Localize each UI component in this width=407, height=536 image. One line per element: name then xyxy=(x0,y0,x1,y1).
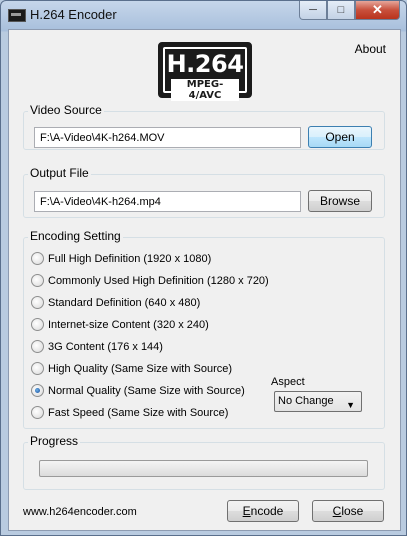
minimize-button[interactable]: ─ xyxy=(299,1,327,20)
radio-circle[interactable] xyxy=(31,296,44,309)
aspect-dropdown[interactable]: No Change ▼ xyxy=(274,391,362,412)
h264-logo: H.264 MPEG-4/AVC xyxy=(158,42,252,101)
radio-normal-quality[interactable]: Normal Quality (Same Size with Source) xyxy=(31,384,245,397)
website-link[interactable]: www.h264encoder.com xyxy=(23,506,137,518)
aspect-label: Aspect xyxy=(271,376,305,388)
close-accelerator: C xyxy=(332,504,342,518)
app-icon xyxy=(8,9,26,22)
close-label-rest: lose xyxy=(341,504,364,518)
radio-fast-speed[interactable]: Fast Speed (Same Size with Source) xyxy=(31,406,228,419)
maximize-button[interactable]: □ xyxy=(327,1,355,20)
radio-full-hd[interactable]: Full High Definition (1920 x 1080) xyxy=(31,252,211,265)
encoding-setting-label: Encoding Setting xyxy=(28,229,123,243)
radio-label: Normal Quality (Same Size with Source) xyxy=(48,384,245,397)
application-window: H.264 Encoder ─ □ ✕ H.264 MPEG-4/AVC Abo… xyxy=(0,0,407,536)
radio-label: Commonly Used High Definition (1280 x 72… xyxy=(48,274,269,287)
radio-label: Internet-size Content (320 x 240) xyxy=(48,318,209,331)
radio-label: Full High Definition (1920 x 1080) xyxy=(48,252,212,265)
dropdown-arrow-icon: ▼ xyxy=(346,400,355,410)
aspect-selected-value: No Change xyxy=(278,395,334,407)
close-button[interactable]: Close xyxy=(312,500,384,522)
radio-circle[interactable] xyxy=(31,318,44,331)
encode-label-rest: ncode xyxy=(250,504,284,518)
output-file-input[interactable]: F:\A-Video\4K-h264.mp4 xyxy=(34,191,301,212)
about-link[interactable]: About xyxy=(355,42,386,56)
radio-high-quality[interactable]: High Quality (Same Size with Source) xyxy=(31,362,232,375)
radio-circle[interactable] xyxy=(31,252,44,265)
video-source-label: Video Source xyxy=(28,103,104,117)
radio-circle[interactable] xyxy=(31,406,44,419)
progress-label: Progress xyxy=(28,434,81,448)
radio-circle[interactable] xyxy=(31,340,44,353)
radio-circle[interactable] xyxy=(31,274,44,287)
output-file-label: Output File xyxy=(28,166,91,180)
video-source-input[interactable]: F:\A-Video\4K-h264.MOV xyxy=(34,127,301,148)
radio-label: Standard Definition (640 x 480) xyxy=(48,296,201,309)
radio-circle-selected[interactable] xyxy=(31,384,44,397)
radio-circle[interactable] xyxy=(31,362,44,375)
logo-frame: H.264 MPEG-4/AVC xyxy=(163,47,247,101)
encode-accelerator: E xyxy=(242,504,251,518)
radio-label: Fast Speed (Same Size with Source) xyxy=(48,406,229,419)
radio-label: High Quality (Same Size with Source) xyxy=(48,362,233,375)
window-title: H.264 Encoder xyxy=(30,7,117,22)
radio-internet-size[interactable]: Internet-size Content (320 x 240) xyxy=(31,318,209,331)
browse-button[interactable]: Browse xyxy=(308,190,372,212)
logo-sub-text: MPEG-4/AVC xyxy=(171,79,239,101)
radio-hd-720[interactable]: Commonly Used High Definition (1280 x 72… xyxy=(31,274,269,287)
radio-standard-definition[interactable]: Standard Definition (640 x 480) xyxy=(31,296,200,309)
progress-bar xyxy=(39,460,368,477)
open-button[interactable]: Open xyxy=(308,126,372,148)
radio-3g-content[interactable]: 3G Content (176 x 144) xyxy=(31,340,163,353)
client-area: H.264 MPEG-4/AVC About Video Source F:\A… xyxy=(8,29,401,531)
radio-label: 3G Content (176 x 144) xyxy=(48,340,163,353)
encode-button[interactable]: Encode xyxy=(227,500,299,522)
close-window-button[interactable]: ✕ xyxy=(355,1,400,20)
caption-buttons: ─ □ ✕ xyxy=(299,1,400,20)
title-bar[interactable]: H.264 Encoder ─ □ ✕ xyxy=(1,1,406,28)
logo-main-text: H.264 xyxy=(166,50,244,78)
